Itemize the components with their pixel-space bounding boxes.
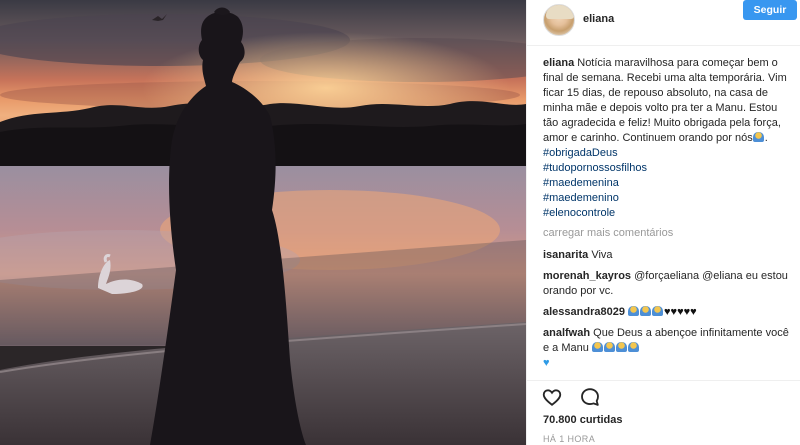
comment-item: analfwah Que Deus a abençoe infinitament…	[543, 326, 789, 371]
post-timestamp[interactable]: HÁ 1 HORA	[543, 434, 595, 444]
avatar-hair-shape	[546, 5, 574, 19]
likes-count[interactable]: 70.800 curtidas	[543, 414, 623, 426]
pray-emoji-icon	[615, 342, 627, 352]
comment-item: alessandra8029 ♥♥♥♥♥	[543, 305, 789, 320]
pray-emoji-icon	[628, 306, 640, 316]
post-header: eliana Seguir	[527, 0, 800, 46]
heart-outline-icon[interactable]	[541, 386, 563, 408]
pray-emoji-icon	[603, 342, 615, 352]
comment-item: morenah_kayros @forçaeliana @eliana eu e…	[543, 269, 789, 299]
sunset-lake-photo	[0, 0, 526, 445]
instagram-post: eliana Seguir eliana Notícia maravilhosa…	[0, 0, 800, 445]
post-photo[interactable]	[0, 0, 526, 445]
comment-username[interactable]: morenah_kayros	[543, 270, 631, 282]
pray-emoji-icon	[591, 342, 603, 352]
caption-ending: .	[764, 132, 768, 144]
comment-username[interactable]: alessandra8029	[543, 306, 625, 318]
black-hearts-emoji: ♥♥♥♥♥	[664, 306, 697, 318]
comment-bubble-icon[interactable]	[579, 386, 601, 408]
hashtag[interactable]: #maedemenina	[543, 176, 789, 191]
avatar[interactable]	[543, 4, 575, 36]
hashtag[interactable]: #obrigadaDeus	[543, 146, 789, 161]
pray-emoji-icon	[652, 306, 664, 316]
post-side-panel: eliana Seguir eliana Notícia maravilhosa…	[526, 0, 800, 445]
pray-emoji-icon	[627, 342, 639, 352]
comments-list[interactable]: eliana Notícia maravilhosa para começar …	[543, 56, 789, 376]
comment-emoji-group	[628, 306, 664, 318]
comment-item: isanarita Viva	[543, 248, 789, 263]
comment-username[interactable]: isanarita	[543, 249, 588, 261]
comments-fade	[543, 366, 789, 380]
header-username[interactable]: eliana	[583, 13, 614, 25]
comment-text: Viva	[591, 249, 613, 261]
caption-text: Notícia maravilhosa para começar bem o f…	[543, 57, 787, 144]
caption: eliana Notícia maravilhosa para começar …	[543, 56, 789, 221]
load-more-comments[interactable]: carregar mais comentários	[543, 226, 789, 241]
hashtag[interactable]: #maedemenino	[543, 191, 789, 206]
caption-username[interactable]: eliana	[543, 57, 574, 69]
pray-emoji-icon	[640, 306, 652, 316]
hashtag[interactable]: #elenocontrole	[543, 206, 789, 221]
hashtag[interactable]: #tudopornossosfilhos	[543, 161, 789, 176]
follow-button[interactable]: Seguir	[743, 0, 797, 20]
pray-emoji-icon	[752, 132, 764, 142]
post-actions: 70.800 curtidas HÁ 1 HORA	[527, 380, 800, 445]
comment-username[interactable]: analfwah	[543, 327, 590, 339]
